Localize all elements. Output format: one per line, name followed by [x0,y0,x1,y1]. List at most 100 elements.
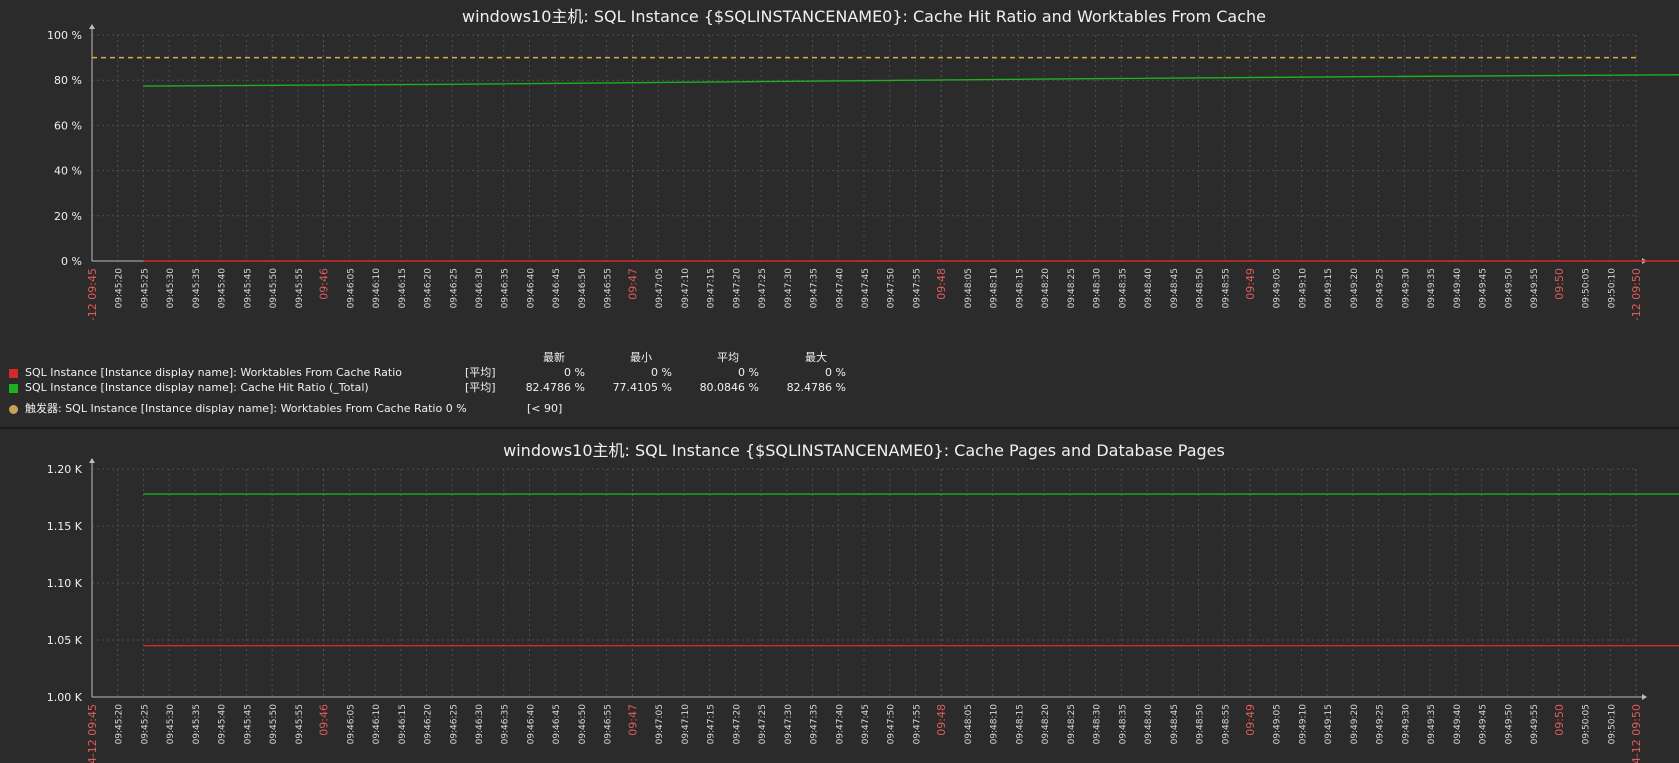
x-tick-label: 09:48:25 [1067,268,1077,308]
legend-function: [平均] [465,381,496,394]
x-tick-label: 09:45:30 [166,268,176,309]
x-tick-label: 09:46:30 [475,704,485,745]
x-tick-label: 09:49:50 [1504,268,1514,309]
x-tick-label: 09:47:10 [681,268,691,309]
x-tick-label: 09:46:35 [501,268,511,308]
x-tick-label: 09:50:10 [1607,268,1617,309]
x-tick-label: 09:45:20 [115,268,125,309]
chart-panel-cache-hit-ratio: windows10主机: SQL Instance {$SQLINSTANCEN… [0,0,1679,427]
x-tick-label: 09:48:55 [1221,704,1231,744]
x-tick-label: 09:49:45 [1479,704,1489,744]
x-tick-label: 09:47:05 [655,704,665,744]
x-tick-label: 09:45:20 [115,704,125,745]
chart-legend: 最新 最小 平均 最大 SQL Instance [Instance displ… [9,351,909,421]
x-tick-label: 09:46 [318,704,331,736]
chart-cache-pages: windows10主机: SQL Instance {$SQLINSTANCEN… [47,441,1679,763]
x-tick-label: 09:47:05 [655,268,665,308]
y-tick-label: 0 % [61,255,82,268]
x-tick-label: 09:49:10 [1298,268,1308,309]
x-tick-label: 09:47:50 [887,704,897,745]
x-tick-label: 09:48 [935,704,948,736]
x-tick-label: 09:49:45 [1479,268,1489,308]
x-tick-label: 09:48:10 [990,268,1000,309]
chart-title: windows10主机: SQL Instance {$SQLINSTANCEN… [503,441,1225,460]
x-tick-label: 04-12 09:50 [1630,268,1643,320]
x-tick-label: 09:50:10 [1607,704,1617,745]
x-tick-label: 09:47:20 [732,704,742,745]
x-tick-label: 09:49:55 [1530,268,1540,308]
x-tick-label: 09:46:15 [398,704,408,744]
legend-min: 0 % [651,366,672,379]
x-tick-label: 09:46:40 [526,268,536,309]
y-axis-arrow-icon [89,24,95,29]
x-tick-label: 09:48:15 [1015,704,1025,744]
x-tick-label: 09:46 [318,268,331,300]
y-tick-label: 1.15 K [47,520,83,533]
x-tick-label: 09:47:15 [707,704,717,744]
x-tick-label: 09:47:30 [784,704,794,745]
legend-min: 77.4105 % [612,381,672,394]
legend-avg: 80.0846 % [699,381,759,394]
x-tick-label: 09:47 [626,268,639,300]
legend-swatch-green [9,384,18,393]
x-tick-label: 09:45:45 [243,268,253,308]
x-tick-label: 09:45:55 [295,268,305,308]
x-tick-label: 09:45:40 [218,704,228,745]
chart-panel-cache-pages: windows10主机: SQL Instance {$SQLINSTANCEN… [0,429,1679,763]
x-tick-label: 09:49:50 [1504,704,1514,745]
x-tick-label: 09:49:15 [1324,704,1334,744]
y-tick-label: 60 % [54,119,82,132]
x-tick-label: 09:48:50 [1196,704,1206,745]
x-tick-label: 09:46:50 [578,704,588,745]
x-tick-label: 09:49 [1244,268,1257,300]
x-tick-label: 09:49:25 [1376,268,1386,308]
x-tick-label: 04-12 09:45 [86,704,99,763]
x-tick-label: 09:47:30 [784,268,794,309]
chart-title: windows10主机: SQL Instance {$SQLINSTANCEN… [462,7,1266,26]
x-tick-label: 09:48:05 [964,704,974,744]
x-tick-label: 09:47:25 [758,704,768,744]
x-tick-label: 09:49:25 [1376,704,1386,744]
x-tick-label: 09:45:25 [140,704,150,744]
y-tick-label: 100 % [47,29,82,42]
x-tick-label: 09:45:50 [269,704,279,745]
trigger-dot-icon [9,405,18,414]
legend-label: SQL Instance [Instance display name]: Ca… [25,381,369,394]
x-tick-label: 09:47:40 [835,268,845,309]
x-tick-label: 09:46:40 [526,704,536,745]
legend-last: 82.4786 % [525,381,585,394]
x-tick-label: 09:49:40 [1453,268,1463,309]
x-tick-label: 09:48:20 [1041,268,1051,309]
x-tick-label: 09:45:35 [192,704,202,744]
x-tick-label: 09:48:30 [1093,704,1103,745]
y-tick-label: 80 % [54,74,82,87]
x-tick-label: 09:46:05 [346,704,356,744]
x-tick-label: 09:47:25 [758,268,768,308]
legend-last: 0 % [564,366,585,379]
x-tick-label: 09:50 [1553,268,1566,300]
x-tick-label: 09:46:25 [449,704,459,744]
x-tick-label: 09:47:50 [887,268,897,309]
x-tick-label: 04-12 09:45 [86,268,99,320]
x-tick-label: 09:47:20 [732,268,742,309]
x-tick-label: 09:48:05 [964,268,974,308]
x-tick-label: 09:45:30 [166,704,176,745]
x-tick-label: 09:49:30 [1401,704,1411,745]
x-tick-label: 09:45:45 [243,704,253,744]
y-tick-label: 40 % [54,165,82,178]
legend-avg: 0 % [738,366,759,379]
trigger-label: 触发器: SQL Instance [Instance display name… [25,402,467,415]
x-tick-label: 09:49:05 [1273,704,1283,744]
y-axis-arrow-icon [89,458,95,463]
x-tick-label: 09:50:05 [1582,704,1592,744]
x-tick-label: 09:49:40 [1453,704,1463,745]
x-tick-label: 09:47:55 [912,704,922,744]
x-tick-label: 09:47:55 [912,268,922,308]
x-tick-label: 09:48:40 [1144,704,1154,745]
x-tick-label: 09:48:45 [1170,704,1180,744]
x-tick-label: 09:46:10 [372,268,382,309]
x-tick-label: 09:48 [935,268,948,300]
x-tick-label: 09:46:35 [501,704,511,744]
y-tick-label: 20 % [54,210,82,223]
x-tick-label: 09:45:35 [192,268,202,308]
